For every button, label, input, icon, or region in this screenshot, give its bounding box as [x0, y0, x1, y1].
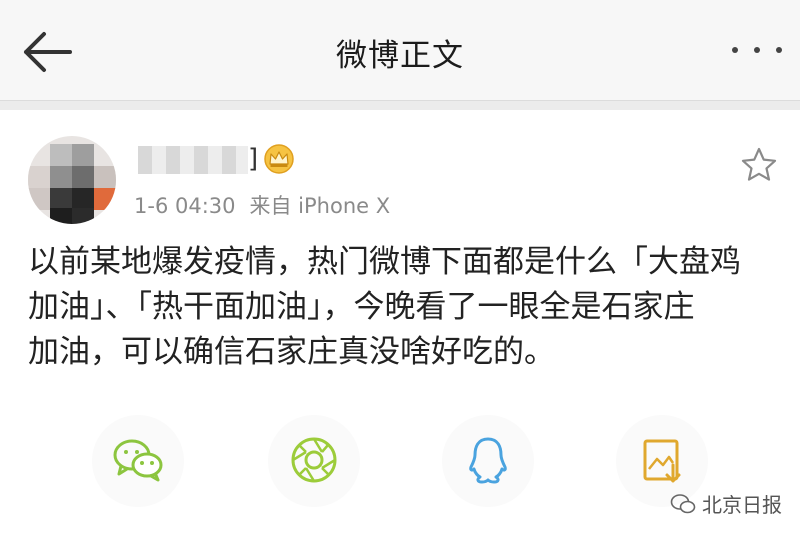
wechat-icon	[113, 439, 163, 482]
post-content: 以前某地爆发疫情，热门微博下面都是什么「大盘鸡 加油」、「热干面加油」，今晚看了…	[28, 240, 778, 375]
watermark: 北京日报	[670, 489, 782, 518]
crown-icon	[264, 144, 294, 174]
avatar[interactable]	[28, 136, 116, 224]
moments-icon	[291, 437, 337, 483]
more-button[interactable]	[732, 40, 782, 60]
share-wechat-button[interactable]	[88, 415, 188, 507]
post-meta: 1-6 04:30 来自 iPhone X	[134, 190, 390, 220]
share-moments-button[interactable]	[264, 415, 364, 507]
post-time: 1-6 04:30	[134, 194, 236, 218]
username-suffix: ]	[248, 144, 259, 174]
post-text-line: 加油，可以确信石家庄真没啥好吃的。	[28, 334, 555, 370]
post-card: ] 1-6 04:30 来自 iPhone X 以前某地爆发疫情，热门微博下面都是…	[0, 110, 800, 536]
share-qq-button[interactable]	[438, 415, 538, 507]
star-icon[interactable]	[740, 146, 778, 184]
post-text-line: 以前某地爆发疫情，热门微博下面都是什么「大盘鸡	[28, 244, 741, 280]
watermark-text: 北京日报	[702, 493, 782, 517]
username-obscured[interactable]	[138, 146, 248, 174]
more-dots-icon	[732, 47, 738, 53]
qq-icon	[469, 437, 507, 484]
top-navbar: 微博正文	[0, 0, 800, 101]
wechat-watermark-icon	[670, 493, 696, 513]
post-source: 来自 iPhone X	[249, 194, 391, 218]
post-text-line: 加油」、「热干面加油」，今晚看了一眼全是石家庄	[28, 289, 695, 325]
page-title: 微博正文	[336, 38, 464, 74]
save-image-icon	[643, 439, 681, 483]
